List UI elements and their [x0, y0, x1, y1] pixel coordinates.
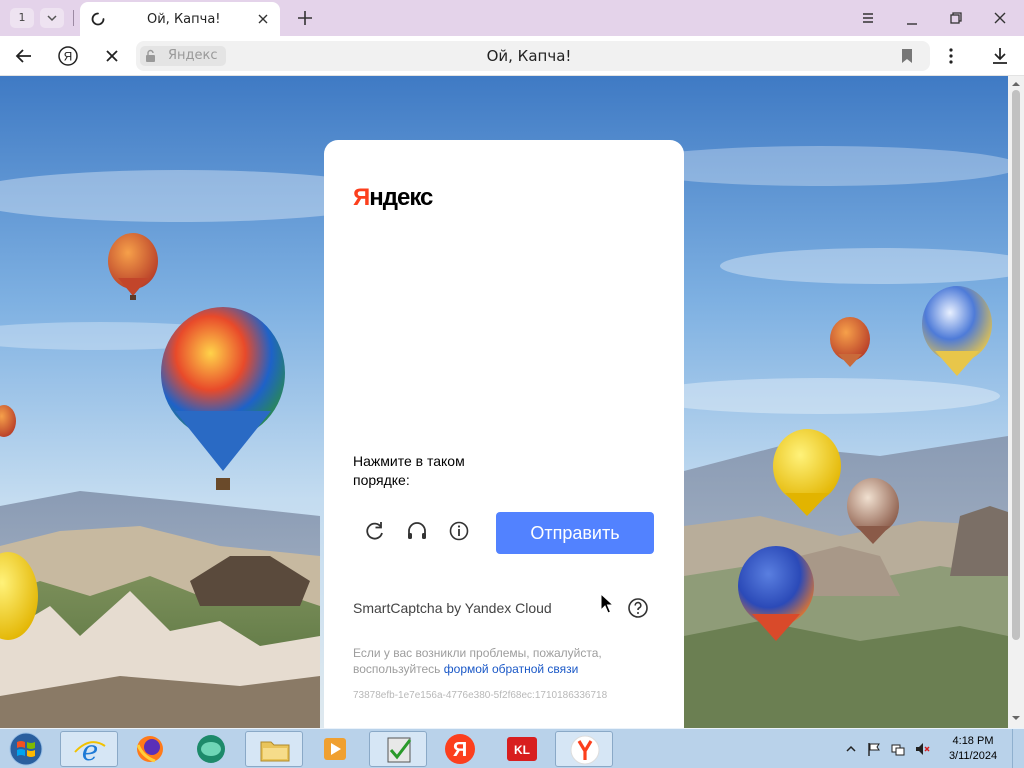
svg-text:Я: Я	[64, 50, 73, 64]
scrollbar-thumb[interactable]	[1012, 90, 1020, 640]
kl-app-icon: KL	[507, 737, 537, 761]
folder-icon	[260, 741, 290, 762]
bookmark-icon[interactable]	[900, 48, 914, 64]
system-clock[interactable]: 4:18 PM 3/11/2024	[938, 734, 1008, 764]
problem-notice: Если у вас возникли проблемы, пожалуйста…	[353, 645, 643, 677]
taskbar-kl[interactable]: KL	[493, 731, 551, 767]
taskbar-app-green[interactable]	[182, 731, 240, 767]
yandex-ya-icon[interactable]: Я	[56, 44, 80, 68]
taskbar-media-player[interactable]	[306, 731, 364, 767]
scroll-up-icon[interactable]	[1012, 80, 1020, 88]
start-button[interactable]	[4, 730, 48, 768]
page-scrollbar[interactable]	[1008, 76, 1024, 728]
download-icon[interactable]	[988, 44, 1012, 68]
tab-separator	[73, 10, 74, 26]
browser-toolbar: Я Яндекс Ой, Капча!	[0, 36, 1024, 76]
show-desktop-button[interactable]	[1012, 729, 1024, 768]
clock-date: 3/11/2024	[948, 750, 998, 762]
yandex-browser-icon	[570, 735, 600, 765]
internet-explorer-icon: e	[74, 734, 106, 767]
tab-list-button[interactable]	[40, 8, 64, 28]
captcha-token: 73878efb-1e7e156a-4776e380-5f2f68ec:1710…	[353, 690, 608, 701]
minimize-icon	[907, 23, 917, 25]
action-center-flag-icon[interactable]	[866, 741, 882, 757]
address-bar[interactable]: Яндекс Ой, Капча!	[136, 41, 930, 71]
svg-text:KL: KL	[514, 743, 530, 757]
close-icon	[994, 12, 1006, 24]
close-window-button[interactable]	[987, 6, 1013, 30]
minimize-button[interactable]	[899, 6, 925, 30]
scroll-down-icon[interactable]	[1012, 714, 1020, 722]
smartcaptcha-brand: SmartCaptcha by Yandex Cloud	[353, 600, 552, 616]
new-tab-button[interactable]	[292, 6, 318, 30]
tab-counter[interactable]: 1	[10, 8, 34, 28]
media-player-icon	[324, 738, 346, 760]
hamburger-icon	[863, 13, 873, 23]
windows-logo-icon	[9, 732, 43, 766]
taskbar-firefox[interactable]	[121, 731, 179, 767]
svg-text:Я: Я	[453, 739, 467, 761]
taskbar-explorer[interactable]	[245, 731, 303, 767]
yandex-logo: Яндекс	[353, 184, 433, 211]
svg-text:e: e	[82, 734, 99, 767]
captcha-instruction: Нажмите в таком порядке:	[353, 453, 465, 488]
back-arrow-icon[interactable]	[12, 44, 36, 68]
browser-tab-bar: 1 Ой, Капча!	[0, 0, 1024, 36]
chevron-down-icon	[47, 15, 57, 22]
tab-active[interactable]: Ой, Капча!	[80, 2, 280, 36]
refresh-icon[interactable]	[362, 518, 388, 544]
volume-muted-icon[interactable]	[914, 741, 930, 757]
taskbar-checklist[interactable]	[369, 731, 427, 767]
address-page-title: Ой, Капча!	[486, 47, 572, 65]
taskbar-ie[interactable]: e	[60, 731, 118, 767]
question-icon[interactable]	[627, 597, 649, 619]
vertical-dots-icon[interactable]	[939, 44, 963, 68]
network-icon[interactable]	[890, 741, 906, 757]
clock-time: 4:18 PM	[952, 735, 994, 747]
tab-title: Ой, Капча!	[147, 12, 221, 27]
mouse-cursor-icon	[600, 593, 614, 614]
taskbar-yandex-browser[interactable]	[555, 731, 613, 767]
plus-icon	[298, 11, 312, 25]
submit-button[interactable]: Отправить	[496, 512, 654, 554]
taskbar-yandex-ya[interactable]: Я	[431, 731, 489, 767]
captcha-card: Яндекс Нажмите в таком порядке: Отправит…	[324, 140, 684, 728]
loading-spinner-icon	[91, 12, 105, 26]
windows-taskbar: e Я KL 4:18 PM 3/11/2024	[0, 728, 1024, 768]
show-hidden-icons-icon[interactable]	[843, 741, 859, 757]
close-icon[interactable]	[255, 11, 271, 27]
checklist-icon	[387, 737, 412, 763]
restore-icon	[950, 12, 962, 24]
headphones-icon[interactable]	[404, 518, 430, 544]
close-icon[interactable]	[100, 44, 124, 68]
feedback-form-link[interactable]: формой обратной связи	[444, 662, 579, 676]
info-icon[interactable]	[446, 518, 472, 544]
yandex-app-icon: Я	[445, 734, 475, 764]
browser-menu-button[interactable]	[855, 6, 881, 30]
chat-app-icon	[197, 735, 225, 763]
firefox-icon	[136, 736, 163, 763]
page-viewport: Яндекс Нажмите в таком порядке: Отправит…	[0, 76, 1008, 728]
restore-button[interactable]	[943, 6, 969, 30]
